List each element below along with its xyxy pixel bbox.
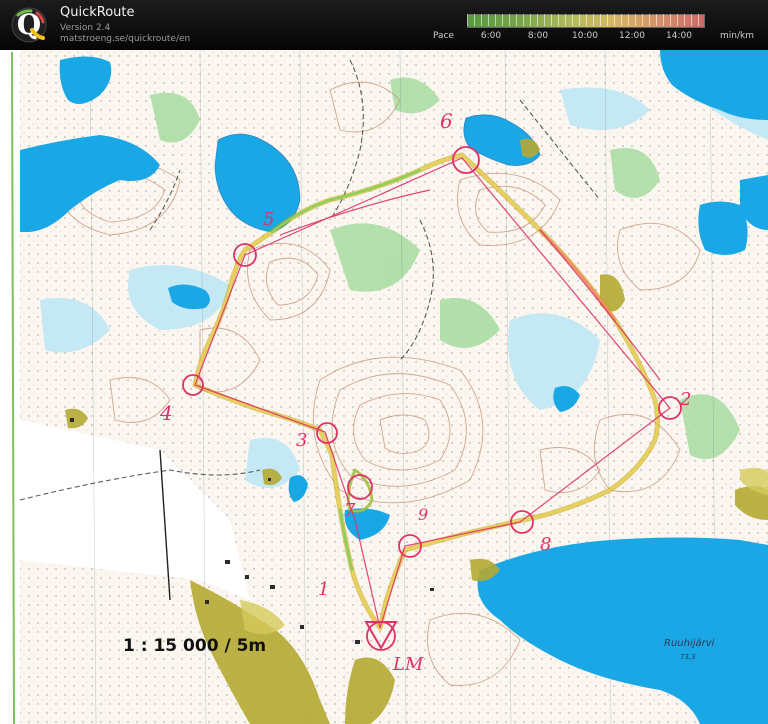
app-version: Version 2.4 [60,23,111,33]
control-number-2: 2 [679,389,691,410]
app-header: Q QuickRoute Version 2.4 matstroeng.se/q… [0,0,768,50]
pace-label: Pace [433,31,455,41]
control-number-4: 4 [159,401,173,425]
control-number-6: 6 [440,109,453,133]
control-number-1: 1 [318,579,329,600]
control-number-8: 8 [540,534,551,555]
map-scale: 1 : 15 000 / 5m [123,636,267,656]
app-url[interactable]: matstroeng.se/quickroute/en [60,34,190,44]
pace-tick: 12:00 [619,31,645,41]
control-number-7: 7 [344,500,356,521]
map-canvas[interactable]: 6 5 4 3 2 1 7 8 9 LM [0,50,768,724]
pace-tick: 6:00 [480,31,502,41]
orienteering-map[interactable]: 6 5 4 3 2 1 7 8 9 LM 1 : 15 000 / 5m Ruu… [0,50,768,724]
finish-label-lm: LM [392,654,424,675]
control-number-5: 5 [263,209,274,230]
lake-name: Ruuhijärvi [664,638,715,649]
quickroute-logo-icon: Q [11,7,47,43]
pace-tick: 10:00 [572,31,598,41]
app-title: QuickRoute [60,5,135,20]
lake-height: 73,3 [680,653,696,661]
pace-scale-grid [467,14,703,26]
pace-tick: 8:00 [527,31,549,41]
pace-unit: min/km [720,31,754,41]
control-number-9: 9 [418,505,428,524]
control-number-3: 3 [296,430,307,451]
pace-tick: 14:00 [666,31,692,41]
